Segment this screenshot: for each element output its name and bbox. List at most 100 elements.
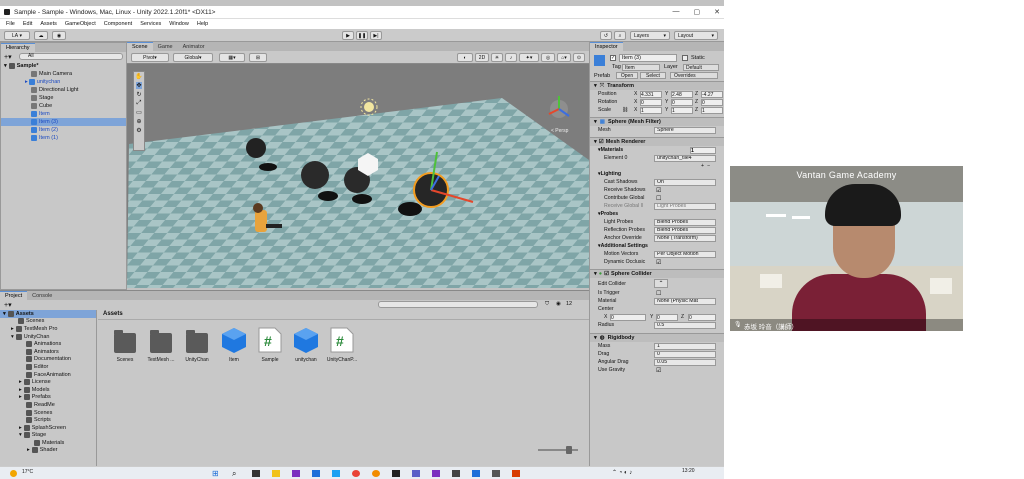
tag-dropdown[interactable]: Item [622, 64, 660, 71]
list-item[interactable]: Item [1, 110, 126, 118]
search-icon[interactable]: ⌕ [232, 469, 236, 479]
add-icon[interactable]: +▾ [4, 53, 12, 61]
teams-icon[interactable] [412, 470, 420, 477]
camera-settings-icon[interactable]: ⌂▾ [557, 53, 571, 62]
asset-folder-icon[interactable] [150, 330, 172, 353]
scale-tool-icon[interactable]: ⤢ [137, 100, 142, 107]
contribute-gi-checkbox[interactable]: ☐ [656, 195, 661, 202]
account-dropdown[interactable]: LA ▾ [4, 31, 30, 40]
app-icon[interactable] [512, 470, 520, 477]
menu-services[interactable]: Services [140, 21, 161, 27]
zoom-slider[interactable] [538, 449, 578, 451]
move-tool-icon[interactable]: ✥ [136, 82, 142, 89]
probes-foldout[interactable]: ▾ Probes [590, 210, 724, 218]
materials-row[interactable]: ▾ Materials 1 [590, 146, 724, 154]
unity-icon[interactable] [392, 470, 400, 477]
filter-icon[interactable]: ⛉ [545, 301, 549, 308]
collider-enabled-checkbox[interactable]: ☑ [604, 271, 609, 277]
materials-count[interactable]: 1 [690, 146, 716, 154]
list-item[interactable]: FaceAnimation [0, 371, 96, 379]
mass-field[interactable]: 1 [654, 342, 716, 350]
prefab-asset-icon[interactable] [220, 326, 248, 354]
scale-z-field[interactable]: 1 [701, 106, 723, 114]
position-y-field[interactable]: 2.48 [671, 90, 693, 98]
collider-material-field[interactable]: None (Physic Mat [654, 297, 716, 305]
script-asset-icon[interactable]: # [257, 326, 283, 354]
cloud-icon[interactable]: ☁ [34, 31, 48, 40]
rotate-tool-icon[interactable]: ↻ [136, 91, 141, 98]
list-item[interactable]: Cube [1, 102, 126, 110]
center-x-field[interactable]: 0 [610, 313, 646, 321]
reflection-probes-dropdown[interactable]: Blend Probes [654, 226, 716, 234]
menu-edit[interactable]: Edit [23, 21, 32, 27]
rotation-z-field[interactable]: 0 [701, 98, 723, 106]
scene-root[interactable]: ▾ Sample* [1, 62, 126, 70]
app-icon[interactable] [452, 470, 460, 477]
list-item[interactable]: ▸ unitychan [1, 78, 126, 86]
vscode-icon[interactable] [332, 470, 340, 477]
list-item[interactable]: ▾ UnityChan [0, 333, 96, 341]
list-item[interactable]: ▾ Assets [0, 310, 96, 318]
motion-vectors-dropdown[interactable]: Per Object Motion [654, 250, 716, 258]
is-trigger-checkbox[interactable]: ☐ [656, 290, 661, 297]
list-item[interactable]: ▸ SplashScreen [0, 424, 96, 432]
position-x-field[interactable]: 4.331 [640, 90, 662, 98]
angular-drag-field[interactable]: 0.05 [654, 358, 716, 366]
app-icon[interactable] [472, 470, 480, 477]
app-icon[interactable] [312, 470, 320, 477]
snap-increment-button[interactable]: ⊞ [249, 53, 267, 62]
mesh-renderer-header[interactable]: ▾ ☑ Mesh Renderer [590, 137, 724, 146]
pause-button[interactable]: ❚❚ [356, 31, 368, 40]
create-icon[interactable]: +▾ [4, 301, 12, 309]
zoom-slider-handle[interactable] [566, 446, 572, 454]
mesh-filter-header[interactable]: ▾ ▦ Sphere (Mesh Filter) [590, 117, 724, 126]
object-name-input[interactable]: Item (3) [619, 54, 677, 62]
list-item[interactable]: Item (3) [1, 118, 126, 126]
anchor-override-field[interactable]: None (Transform) [654, 234, 716, 242]
menu-help[interactable]: Help [197, 21, 208, 27]
hand-tool-icon[interactable]: ✋ [135, 73, 142, 80]
tab-console[interactable]: Console [27, 292, 58, 300]
rotation-y-field[interactable]: 0 [671, 98, 693, 106]
prefab-asset-icon[interactable] [292, 326, 320, 354]
transform-header[interactable]: ▾ ⤧ Transform [590, 81, 724, 90]
use-gravity-checkbox[interactable]: ☑ [656, 367, 661, 374]
app-icon[interactable] [492, 470, 500, 477]
list-item[interactable]: ▸ Models [0, 386, 96, 394]
step-button[interactable]: ▶| [370, 31, 382, 40]
edit-collider-button[interactable]: ⌃ [654, 279, 668, 288]
list-item[interactable]: ▸ TextMesh Pro [0, 325, 96, 333]
remove-element-icon[interactable]: − [707, 163, 710, 169]
tab-inspector[interactable]: Inspector [590, 42, 623, 51]
select-button[interactable]: Select [640, 72, 666, 79]
effects-toggle-icon[interactable]: ✦▾ [519, 53, 539, 62]
item-sphere[interactable] [301, 161, 329, 189]
receive-shadows-checkbox[interactable]: ☑ [656, 187, 661, 194]
list-item[interactable]: Materials [0, 439, 96, 447]
list-item[interactable]: Main Camera [1, 70, 126, 78]
tab-game[interactable]: Game [152, 43, 178, 51]
pivot-dropdown[interactable]: Pivot ▾ [131, 53, 169, 62]
grid-snap-button[interactable]: ▦▾ [219, 53, 245, 62]
open-button[interactable]: Open [616, 72, 638, 79]
menu-window[interactable]: Window [169, 21, 189, 27]
list-item[interactable]: Editor [0, 363, 96, 371]
center-z-field[interactable]: 0 [688, 313, 716, 321]
search-icon[interactable]: ⌕ [614, 31, 626, 40]
task-view-icon[interactable] [252, 470, 260, 477]
history-icon[interactable]: ↺ [600, 31, 612, 40]
menu-component[interactable]: Component [104, 21, 132, 27]
lighting-foldout[interactable]: ▾ Lighting [590, 170, 724, 178]
light-probes-dropdown[interactable]: Blend Probes [654, 218, 716, 226]
mesh-field[interactable]: Sphere [654, 126, 716, 134]
list-item[interactable]: ▸ Prefabs [0, 394, 96, 402]
item-sphere[interactable] [246, 138, 266, 158]
audio-toggle-icon[interactable]: ♪ [505, 53, 517, 62]
minimize-icon[interactable]: — [673, 8, 680, 16]
list-item[interactable]: ReadMe [0, 401, 96, 409]
material-field[interactable]: unitychan_tile4 [654, 154, 716, 162]
explorer-icon[interactable] [272, 470, 280, 477]
hierarchy-search-input[interactable]: All [19, 53, 123, 60]
list-item[interactable]: Documentation [0, 356, 96, 364]
list-item[interactable]: Directional Light [1, 86, 126, 94]
